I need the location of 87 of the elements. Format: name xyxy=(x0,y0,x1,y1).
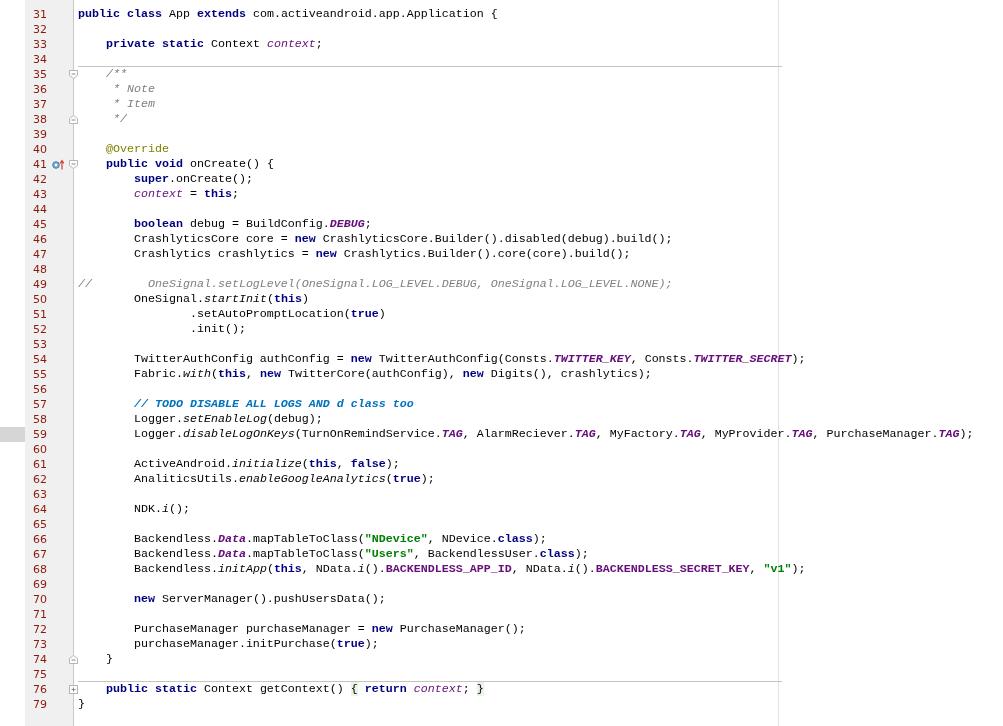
line-number: 34 xyxy=(32,52,47,67)
code-line: super.onCreate(); xyxy=(132,172,254,187)
code-line: // TODO DISABLE ALL LOGS AND d class too xyxy=(132,397,415,412)
code-line: purchaseManager.initPurchase(true); xyxy=(132,637,380,652)
line-number: 71 xyxy=(32,607,47,622)
code-line: PurchaseManager purchaseManager = new PurchaseManager(); xyxy=(132,622,527,637)
code-line: * Item xyxy=(111,97,156,112)
line-number: 37 xyxy=(32,97,47,112)
line-number: 55 xyxy=(32,367,47,382)
override-icon[interactable] xyxy=(52,159,64,170)
line-number: 68 xyxy=(32,562,47,577)
code-line: public void onCreate() { xyxy=(104,157,275,172)
line-number: 42 xyxy=(32,172,47,187)
line-number: 59 xyxy=(32,427,47,442)
line-number: 43 xyxy=(32,187,47,202)
line-number: 41 xyxy=(32,157,47,172)
line-number: 67 xyxy=(32,547,47,562)
line-number: 63 xyxy=(32,487,47,502)
line-number: 51 xyxy=(32,307,47,322)
line-number: 31 xyxy=(32,7,47,22)
code-line: new ServerManager().pushUsersData(); xyxy=(132,592,387,607)
code-line: OneSignal.startInit(this) xyxy=(132,292,310,307)
line-number: 65 xyxy=(32,517,47,532)
code-line: NDK.i(); xyxy=(132,502,191,517)
code-line-with-separator: public static Context getContext() { return context; } xyxy=(78,681,782,697)
line-number: 47 xyxy=(32,247,47,262)
line-number: 44 xyxy=(32,202,47,217)
code-line-with-separator: /** xyxy=(78,66,782,82)
code-line: AnaliticsUtils.enableGoogleAnalytics(true); xyxy=(132,472,436,487)
code-line: Backendless.initApp(this, NData.i().BACKENDLESS_APP_ID, NData.i().BACKENDLESS_SECRET_KEY, "v1"); xyxy=(132,562,806,577)
code-line: } xyxy=(104,652,114,667)
line-number: 79 xyxy=(32,697,47,712)
line-number: 33 xyxy=(32,37,47,52)
code-line: @Override xyxy=(104,142,170,157)
line-number: 52 xyxy=(32,322,47,337)
code-line: .init(); xyxy=(188,322,247,337)
code-line: .setAutoPromptLocation(true) xyxy=(188,307,387,322)
line-number: 36 xyxy=(32,82,47,97)
code-line: Logger.setEnableLog(debug); xyxy=(132,412,324,427)
code-line: ActiveAndroid.initialize(this, false); xyxy=(132,457,401,472)
line-number: 61 xyxy=(32,457,47,472)
line-number: 49 xyxy=(32,277,47,292)
line-number: 74 xyxy=(32,652,47,667)
line-number: 76 xyxy=(32,682,47,697)
expand-fold-icon[interactable] xyxy=(69,685,78,694)
line-number: 39 xyxy=(32,127,47,142)
code-line: Backendless.Data.mapTableToClass("Users", BackendlessUser.class); xyxy=(132,547,590,562)
line-number: 48 xyxy=(32,262,47,277)
code-line: Crashlytics crashlytics = new Crashlytics.Builder().core(core).build(); xyxy=(132,247,632,262)
code-line: context = this; xyxy=(132,187,240,202)
line-number: 45 xyxy=(32,217,47,232)
line-number: 62 xyxy=(32,472,47,487)
line-number: 70 xyxy=(32,592,47,607)
line-number: 60 xyxy=(32,442,47,457)
code-line: private static Context context; xyxy=(104,37,324,52)
code-line: CrashlyticsCore core = new CrashlyticsCore.Builder().disabled(debug).build(); xyxy=(132,232,674,247)
code-line: TwitterAuthConfig authConfig = new TwitterAuthConfig(Consts.TWITTER_KEY, Consts.TWITTER_SECRET); xyxy=(132,352,806,367)
line-number: 40 xyxy=(32,142,47,157)
line-number: 50 xyxy=(32,292,47,307)
code-line: Fabric.with(this, new TwitterCore(authConfig), new Digits(), crashlytics); xyxy=(132,367,653,382)
line-number: 46 xyxy=(32,232,47,247)
line-number: 73 xyxy=(32,637,47,652)
code-line: * Note xyxy=(111,82,156,97)
collapse-fold-icon[interactable] xyxy=(69,160,78,169)
code-line: } xyxy=(78,697,86,712)
line-number: 72 xyxy=(32,622,47,637)
line-number: 56 xyxy=(32,382,47,397)
code-line: // OneSignal.setLogLevel(OneSignal.LOG_LEVEL.DEBUG, OneSignal.LOG_LEVEL.NONE); xyxy=(78,277,674,292)
code-line: */ xyxy=(111,112,128,127)
line-number: 75 xyxy=(32,667,47,682)
line-number: 32 xyxy=(32,22,47,37)
line-number: 53 xyxy=(32,337,47,352)
line-number: 54 xyxy=(32,352,47,367)
line-number: 64 xyxy=(32,502,47,517)
collapse-fold-icon[interactable] xyxy=(69,115,78,124)
code-line: Backendless.Data.mapTableToClass("NDevice", NDevice.class); xyxy=(132,532,548,547)
line-number: 66 xyxy=(32,532,47,547)
code-line: Logger.disableLogOnKeys(TurnOnRemindService.TAG, AlarmReciever.TAG, MyFactory.TAG, MyProvider.TAG, PurchaseManager.TAG); xyxy=(132,427,974,442)
code-line: boolean debug = BuildConfig.DEBUG; xyxy=(132,217,373,232)
collapse-fold-icon[interactable] xyxy=(69,655,78,664)
line-number: 38 xyxy=(32,112,47,127)
code-line: public class App extends com.activeandroid.app.Application { xyxy=(78,7,499,22)
line-number: 57 xyxy=(32,397,47,412)
line-number: 69 xyxy=(32,577,47,592)
line-number: 58 xyxy=(32,412,47,427)
collapse-fold-icon[interactable] xyxy=(69,70,78,79)
line-number: 35 xyxy=(32,67,47,82)
